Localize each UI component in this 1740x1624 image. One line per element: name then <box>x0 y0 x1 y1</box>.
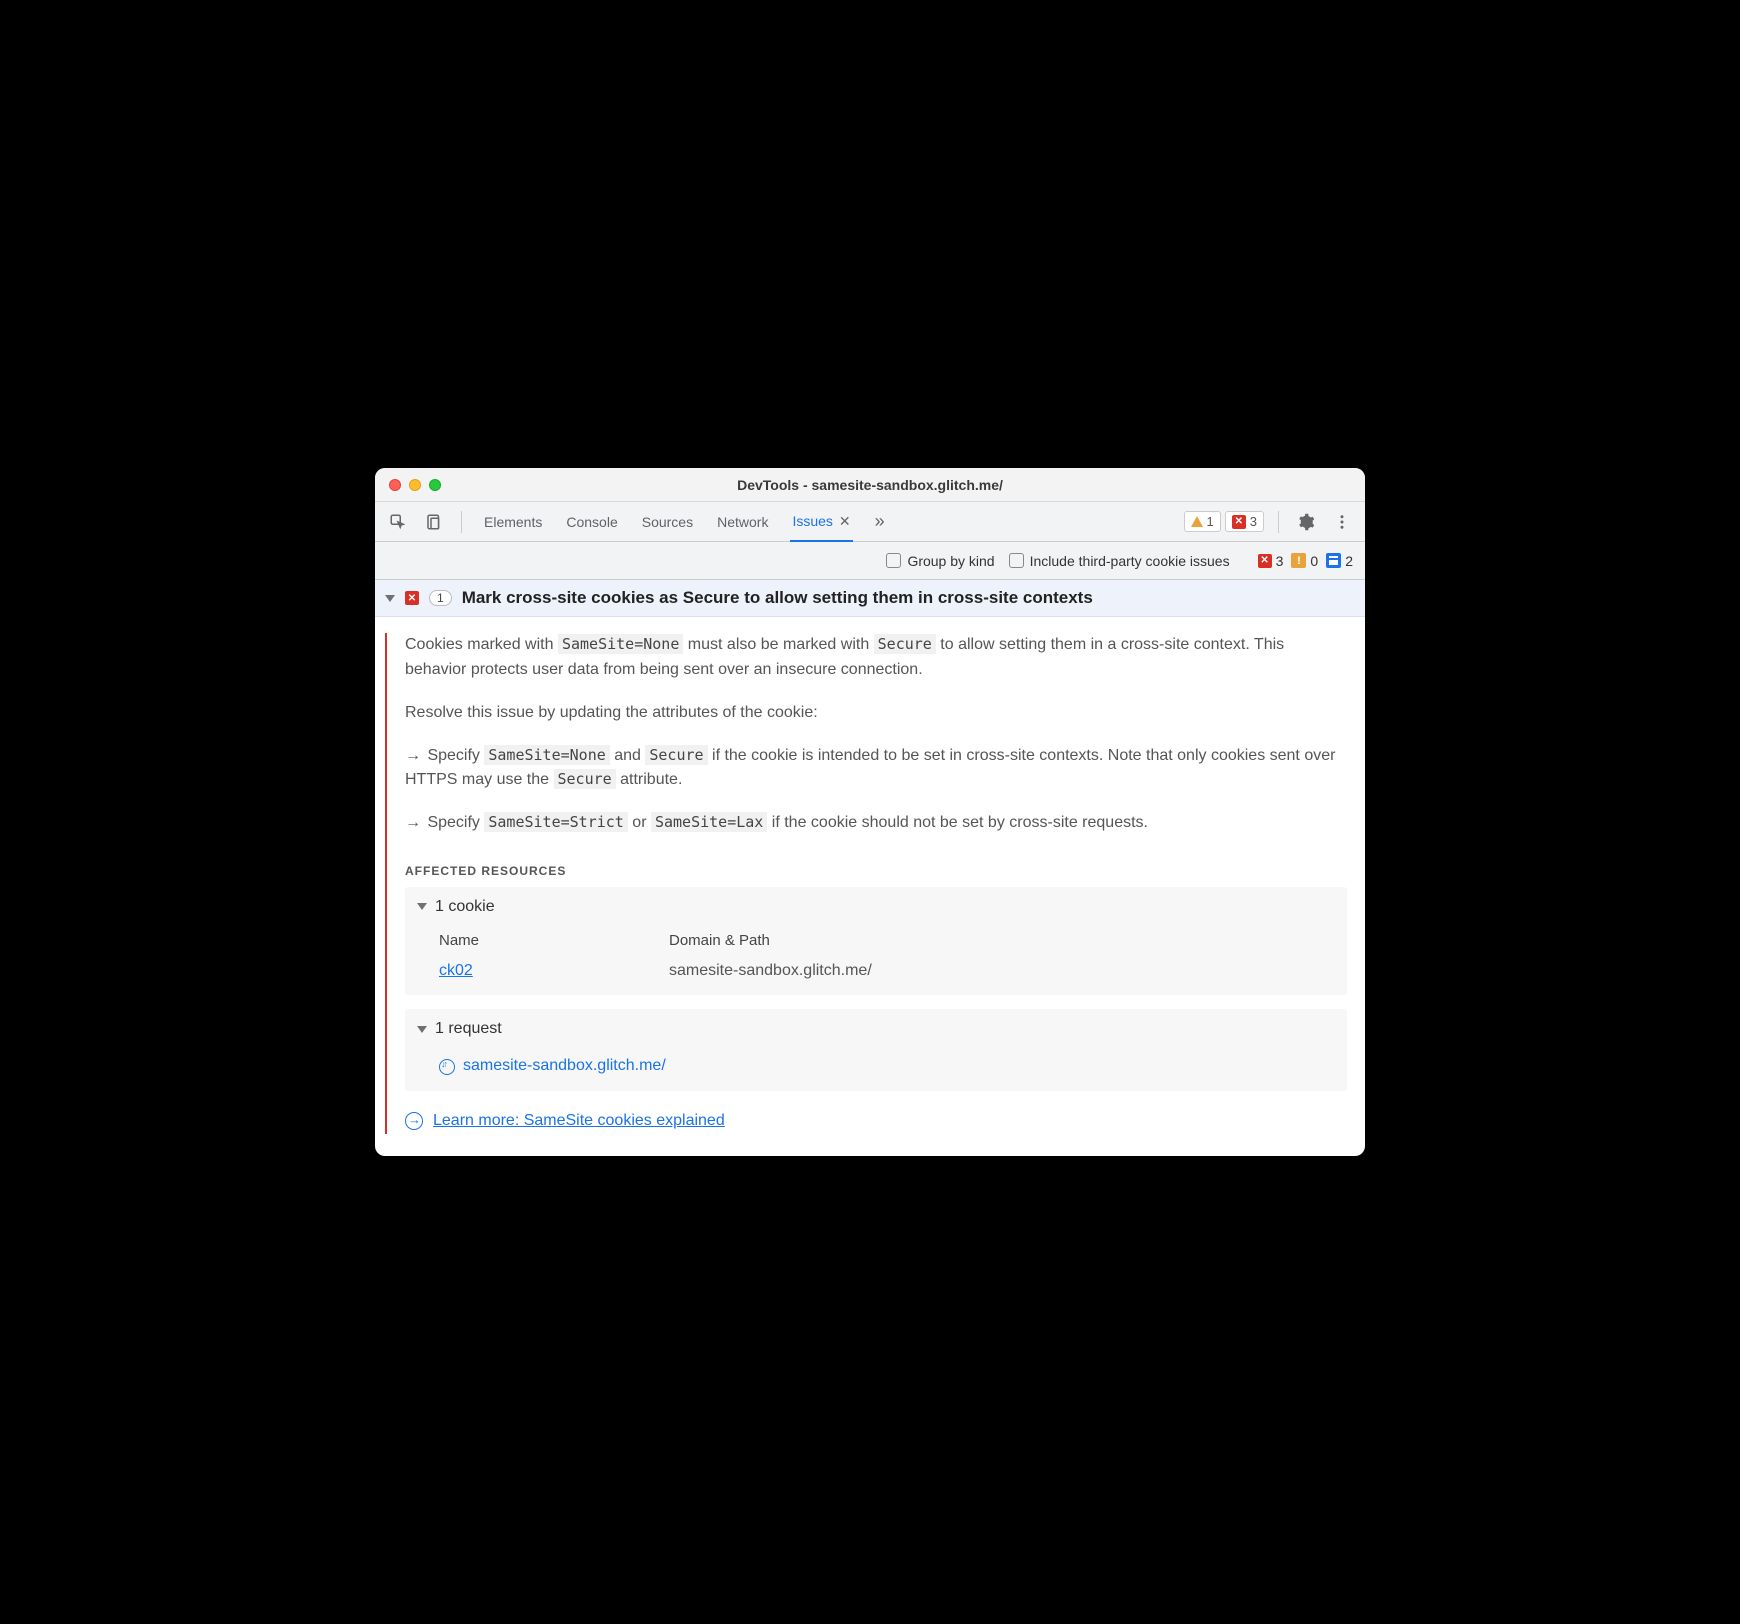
affected-cookies-box: 1 cookie Name Domain & Path ck02 samesit… <box>405 887 1347 996</box>
expand-caret-icon <box>417 903 427 910</box>
error-icon <box>405 591 419 605</box>
error-icon <box>1258 554 1272 568</box>
titlebar: DevTools - samesite-sandbox.glitch.me/ <box>375 468 1365 502</box>
more-tabs-icon[interactable]: » <box>873 501 887 542</box>
error-icon <box>1232 515 1246 529</box>
tab-console[interactable]: Console <box>564 504 619 540</box>
info-icon <box>1326 553 1341 568</box>
toggle-device-icon[interactable] <box>421 509 447 535</box>
window-title: DevTools - samesite-sandbox.glitch.me/ <box>375 477 1365 493</box>
info-issues-count[interactable]: 2 <box>1326 553 1353 569</box>
cookie-table-row: ck02 samesite-sandbox.glitch.me/ <box>417 957 1335 986</box>
tab-issues-label: Issues <box>792 513 832 529</box>
error-issues-count[interactable]: 3 <box>1258 553 1284 569</box>
main-toolbar: Elements Console Sources Network Issues … <box>375 502 1365 542</box>
tab-elements[interactable]: Elements <box>482 504 544 540</box>
issue-suggestion-1: → Specify SameSite=None and Secure if th… <box>405 744 1347 794</box>
include-third-party-checkbox[interactable]: Include third-party cookie issues <box>1009 553 1230 569</box>
cookie-name-link[interactable]: ck02 <box>439 962 473 979</box>
close-tab-icon[interactable]: ✕ <box>839 513 851 530</box>
expand-caret-icon[interactable] <box>385 595 395 602</box>
warnings-count: 1 <box>1207 514 1214 529</box>
col-name: Name <box>439 929 609 952</box>
learn-more-icon <box>405 1112 423 1130</box>
tab-issues[interactable]: Issues ✕ <box>790 503 852 542</box>
expand-caret-icon <box>417 1026 427 1033</box>
warning-icon <box>1291 553 1306 568</box>
tab-network[interactable]: Network <box>715 504 770 540</box>
group-by-kind-checkbox[interactable]: Group by kind <box>886 553 994 569</box>
affected-resources-label: AFFECTED RESOURCES <box>405 862 1347 881</box>
issue-title: Mark cross-site cookies as Secure to all… <box>462 588 1093 608</box>
more-options-icon[interactable] <box>1329 509 1355 535</box>
panel-tabs: Elements Console Sources Network Issues … <box>482 501 887 542</box>
affected-requests-title: 1 request <box>435 1017 502 1042</box>
tab-sources[interactable]: Sources <box>640 504 695 540</box>
affected-requests-toggle[interactable]: 1 request <box>417 1017 1335 1042</box>
warnings-badge[interactable]: 1 <box>1184 511 1221 532</box>
learn-more-row: Learn more: SameSite cookies explained <box>405 1109 1347 1134</box>
warning-icon <box>1191 516 1203 527</box>
issue-suggestion-2: → Specify SameSite=Strict or SameSite=La… <box>405 811 1347 836</box>
severity-stripe <box>385 633 387 1134</box>
request-row: samesite-sandbox.glitch.me/ <box>417 1048 1335 1081</box>
affected-cookies-toggle[interactable]: 1 cookie <box>417 895 1335 920</box>
minimize-window-button[interactable] <box>409 479 421 491</box>
request-url-link[interactable]: samesite-sandbox.glitch.me/ <box>463 1054 666 1079</box>
close-window-button[interactable] <box>389 479 401 491</box>
issue-details: Cookies marked with SameSite=None must a… <box>375 617 1365 1156</box>
include-third-party-label: Include third-party cookie issues <box>1030 553 1230 569</box>
issue-occurrence-count: 1 <box>429 590 452 606</box>
col-domain-path: Domain & Path <box>669 929 770 952</box>
issues-filter-bar: Group by kind Include third-party cookie… <box>375 542 1365 580</box>
devtools-window: DevTools - samesite-sandbox.glitch.me/ E… <box>375 468 1365 1156</box>
errors-badge[interactable]: 3 <box>1225 511 1264 532</box>
cookie-domain-path: samesite-sandbox.glitch.me/ <box>669 959 872 984</box>
inspect-element-icon[interactable] <box>385 509 411 535</box>
issue-row[interactable]: 1 Mark cross-site cookies as Secure to a… <box>375 580 1365 617</box>
settings-icon[interactable] <box>1293 509 1319 535</box>
zoom-window-button[interactable] <box>429 479 441 491</box>
warning-issues-count[interactable]: 0 <box>1291 553 1318 569</box>
affected-requests-box: 1 request samesite-sandbox.glitch.me/ <box>405 1009 1347 1091</box>
errors-count: 3 <box>1250 514 1257 529</box>
group-by-kind-label: Group by kind <box>907 553 994 569</box>
learn-more-link[interactable]: Learn more: SameSite cookies explained <box>433 1109 725 1134</box>
request-icon <box>439 1059 455 1075</box>
issue-resolution-intro: Resolve this issue by updating the attri… <box>405 701 1347 726</box>
cookie-table-header: Name Domain & Path <box>417 925 1335 956</box>
issue-description: Cookies marked with SameSite=None must a… <box>405 633 1347 683</box>
affected-cookies-title: 1 cookie <box>435 895 495 920</box>
